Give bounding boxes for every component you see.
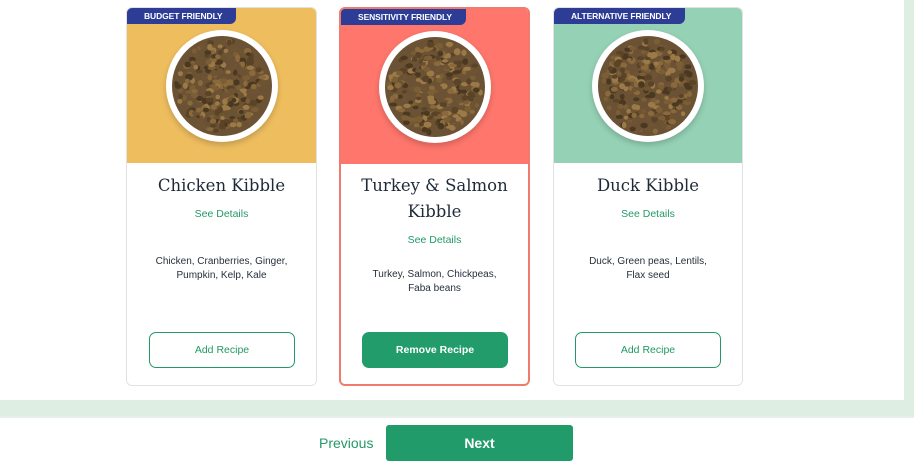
recipe-image-duck bbox=[554, 8, 742, 163]
footer-divider-band bbox=[0, 400, 914, 416]
see-details-link[interactable]: See Details bbox=[554, 208, 742, 220]
recipe-badge: BUDGET FRIENDLY bbox=[127, 8, 237, 24]
recipe-title: Duck Kibble bbox=[596, 176, 700, 195]
kibble-bowl-image bbox=[592, 29, 704, 142]
recipe-badge: ALTERNATIVE FRIENDLY bbox=[554, 8, 686, 24]
next-button[interactable]: Next bbox=[386, 425, 573, 461]
previous-button[interactable]: Previous bbox=[319, 435, 373, 451]
recipe-card-duck: ALTERNATIVE FRIENDLY Duck Kibble See Det… bbox=[553, 7, 743, 386]
page-edge-strip bbox=[904, 0, 914, 416]
recipe-image-turkey-salmon bbox=[341, 9, 528, 164]
recipe-ingredients: Turkey, Salmon, Chickpeas, Faba beans bbox=[372, 269, 497, 294]
remove-recipe-button[interactable]: Remove Recipe bbox=[362, 332, 508, 368]
recipe-title: Turkey & Salmon Kibble bbox=[361, 176, 508, 221]
kibble-bowl-image bbox=[165, 29, 278, 142]
recipe-title: Chicken Kibble bbox=[157, 176, 286, 195]
footer-divider-shadow bbox=[0, 416, 914, 418]
add-recipe-button[interactable]: Add Recipe bbox=[575, 332, 721, 368]
recipe-image-chicken bbox=[127, 8, 316, 163]
add-recipe-button[interactable]: Add Recipe bbox=[149, 332, 295, 368]
recipe-ingredients: Duck, Green peas, Lentils, Flax seed bbox=[589, 256, 707, 281]
recipe-card-chicken: BUDGET FRIENDLY Chicken Kibble See Detai… bbox=[126, 7, 317, 386]
recipe-ingredients: Chicken, Cranberries, Ginger, Pumpkin, K… bbox=[155, 256, 288, 281]
see-details-link[interactable]: See Details bbox=[341, 234, 528, 246]
kibble-bowl-image bbox=[378, 30, 491, 143]
recipe-card-turkey-salmon: SENSITIVITY FRIENDLY Turkey & Salmon Kib… bbox=[339, 7, 530, 386]
see-details-link[interactable]: See Details bbox=[127, 208, 316, 220]
recipe-badge: SENSITIVITY FRIENDLY bbox=[341, 9, 466, 25]
